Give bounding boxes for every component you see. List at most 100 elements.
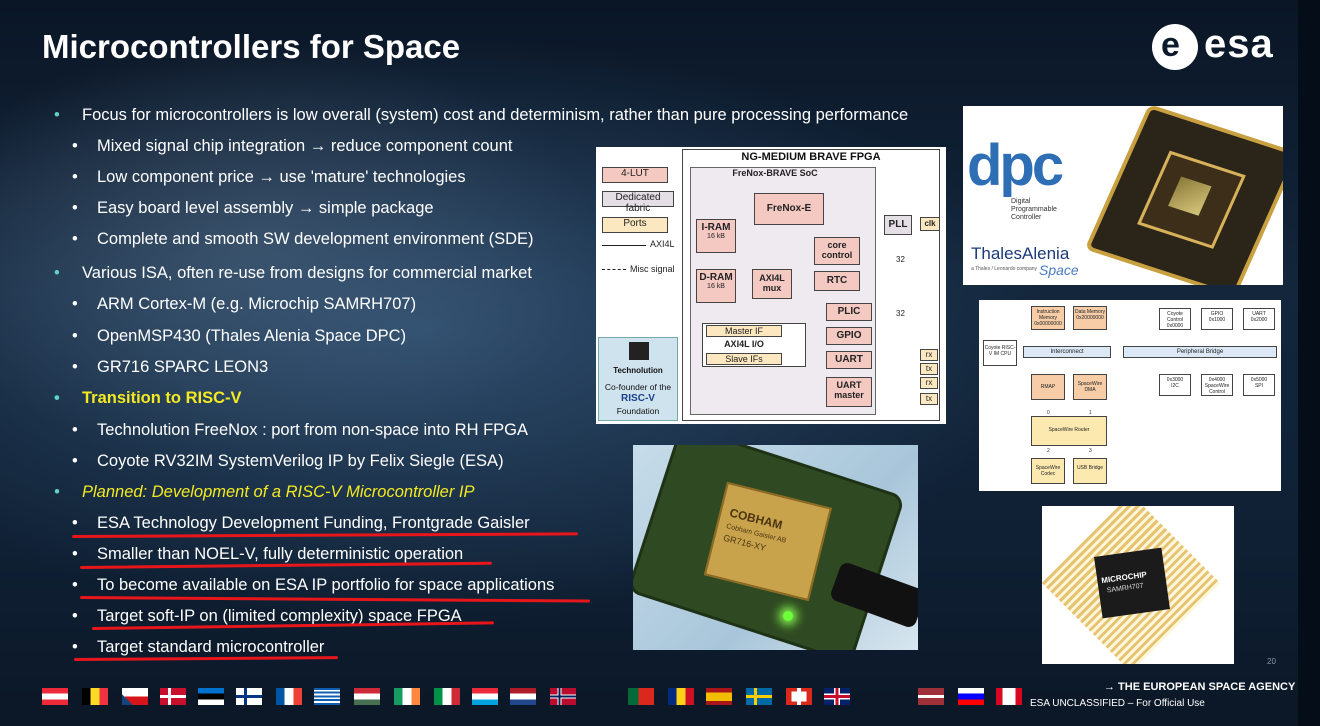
coyote-control: Coyote Control 0x0000 bbox=[1159, 308, 1191, 330]
flag-canada-icon bbox=[996, 688, 1022, 705]
flag-italy-icon bbox=[434, 688, 460, 705]
width-label-1: 32 bbox=[896, 255, 905, 264]
axi-io-label: AXI4L I/O bbox=[724, 339, 764, 349]
legend-dedicated-fabric: Dedicated fabric bbox=[602, 191, 674, 214]
coyote-spi: 0x5000 SPI bbox=[1243, 374, 1275, 396]
flag-romania-icon bbox=[668, 688, 694, 705]
flag-france-icon bbox=[276, 688, 302, 705]
bullet-openmsp: OpenMSP430 (Thales Alenia Space DPC) bbox=[72, 327, 406, 346]
flag-switzerland-icon bbox=[786, 688, 812, 705]
coyote-bridge: Peripheral Bridge bbox=[1123, 346, 1277, 358]
coyote-i2c: 0x3000 I2C bbox=[1159, 374, 1191, 396]
core-control-block: core control bbox=[814, 237, 860, 265]
legend-ports: Ports bbox=[602, 217, 668, 233]
board-pcb: COBHAM Cobham Gaisler AB GR716-XY bbox=[633, 445, 902, 650]
bullet-arm: ARM Cortex-M (e.g. Microchip SAMRH707) bbox=[72, 295, 416, 314]
flag-united-kingdom-icon bbox=[824, 688, 850, 705]
dpc-caption: Digital Programmable Controller bbox=[1011, 198, 1057, 221]
coyote-gpio: GPIO 0x1000 bbox=[1201, 308, 1233, 330]
flag-latvia-icon bbox=[918, 688, 944, 705]
flag-portugal-icon bbox=[628, 688, 654, 705]
coyote-spw-dma: SpaceWire DMA bbox=[1073, 374, 1107, 400]
coyote-dmem: Data Memory 0x20000000 bbox=[1073, 306, 1107, 330]
status-led bbox=[783, 611, 793, 621]
bullet-isa: Various ISA, often re-use from designs f… bbox=[54, 264, 532, 283]
gr716-chip: COBHAM Cobham Gaisler AB GR716-XY bbox=[703, 481, 832, 602]
bullet-assembly: Easy board level assembly → simple packa… bbox=[72, 199, 434, 218]
flag-hungary-icon bbox=[354, 688, 380, 705]
coyote-cpu: Coyote RISC-V IM CPU bbox=[983, 340, 1017, 366]
agency-label: → THE EUROPEAN SPACE AGENCY bbox=[1104, 681, 1296, 693]
bullet-transition: Transition to RISC-V bbox=[54, 389, 241, 408]
bullet-gr716: GR716 SPARC LEON3 bbox=[72, 358, 268, 377]
coyote-codec: SpaceWire Codec bbox=[1031, 458, 1065, 484]
fpga-title: NG-MEDIUM BRAVE FPGA bbox=[741, 151, 881, 163]
esa-logo: e esa bbox=[1152, 22, 1282, 72]
bullet-funding: ESA Technology Development Funding, Fron… bbox=[72, 514, 530, 533]
frenox-block: FreNox-E bbox=[754, 193, 824, 225]
underline-ip-portfolio bbox=[79, 596, 590, 603]
flag-slovenia-icon bbox=[958, 688, 984, 705]
flag-finland-icon bbox=[236, 688, 262, 705]
flag-norway-icon bbox=[550, 688, 576, 705]
esa-logo-text: esa bbox=[1204, 22, 1274, 66]
thales-logo: ThalesAlenia bbox=[971, 244, 1070, 263]
flag-belgium-icon bbox=[82, 688, 108, 705]
rx-port-2: rx bbox=[920, 377, 938, 389]
right-edge bbox=[1298, 0, 1320, 726]
legend-4lut: 4-LUT bbox=[602, 167, 668, 183]
flag-greece-icon bbox=[314, 688, 340, 705]
flag-estonia-icon bbox=[198, 688, 224, 705]
flag-ireland-icon bbox=[394, 688, 420, 705]
bullet-standard: Target standard microcontroller bbox=[72, 638, 324, 657]
flag-czechia-icon bbox=[122, 688, 148, 705]
clk-port: clk bbox=[920, 217, 940, 231]
gpio-block: GPIO bbox=[826, 327, 872, 345]
flag-luxembourg-icon bbox=[472, 688, 498, 705]
bullet-low-price: Low component price → use 'mature' techn… bbox=[72, 168, 466, 187]
tx-port-2: tx bbox=[920, 393, 938, 405]
coyote-uart: UART 0x2000 bbox=[1243, 308, 1275, 330]
slave-ifs: Slave IFs bbox=[706, 353, 782, 365]
coyote-rmap: RMAP bbox=[1031, 374, 1065, 400]
bullet-ip-portfolio: To become available on ESA IP portfolio … bbox=[72, 576, 554, 595]
dpc-chip-image: dpc Digital Programmable Controller Thales… bbox=[963, 106, 1283, 285]
bullet-focus: Focus for microcontrollers is low overal… bbox=[54, 106, 908, 125]
page-number: 20 bbox=[1267, 657, 1276, 666]
bullet-mixed-signal: Mixed signal chip integration → reduce c… bbox=[72, 137, 512, 156]
bullet-smaller: Smaller than NOEL-V, fully deterministic… bbox=[72, 545, 463, 564]
flag-denmark-icon bbox=[160, 688, 186, 705]
bullet-freenox: Technolution FreeNox : port from non-spa… bbox=[72, 421, 528, 440]
plic-block: PLIC bbox=[826, 303, 872, 321]
uart-block: UART bbox=[826, 351, 872, 369]
master-if: Master IF bbox=[706, 325, 782, 337]
technolution-panel: Technolution Co-founder of the RISC-V Fo… bbox=[598, 337, 678, 421]
bullet-planned: Planned: Development of a RISC-V Microco… bbox=[54, 483, 474, 502]
samrh-chip: MICROCHIP SAMRH707 bbox=[1094, 547, 1170, 619]
classification-label: ESA UNCLASSIFIED – For Official Use bbox=[1030, 698, 1205, 709]
rx-port-1: rx bbox=[920, 349, 938, 361]
fpga-diagram: 4-LUT Dedicated fabric Ports AXI4L Misc … bbox=[596, 147, 946, 424]
soc-title: FreNox-BRAVE SoC bbox=[732, 168, 818, 178]
underline-standard bbox=[73, 656, 339, 661]
dpc-chip bbox=[1084, 106, 1283, 285]
pll-block: PLL bbox=[884, 215, 912, 235]
width-label-2: 32 bbox=[896, 309, 905, 318]
gr716-board-image: COBHAM Cobham Gaisler AB GR716-XY bbox=[633, 445, 918, 650]
technolution-logo-icon bbox=[629, 342, 649, 360]
coyote-interconnect: Interconnect bbox=[1023, 346, 1111, 358]
dram-block: D-RAM 16 kB bbox=[696, 269, 736, 303]
legend-axi: AXI4L bbox=[650, 239, 675, 249]
rtc-block: RTC bbox=[814, 271, 860, 291]
coyote-imem: Instruction Memory 0x00000000 bbox=[1031, 306, 1065, 330]
flag-sweden-icon bbox=[746, 688, 772, 705]
coyote-usb: USB Bridge bbox=[1073, 458, 1107, 484]
legend-misc-line bbox=[602, 269, 626, 270]
iram-block: I-RAM 16 kB bbox=[696, 219, 736, 253]
coyote-spw-control: 0x4000 SpaceWire Control bbox=[1201, 374, 1233, 396]
underline-funding bbox=[71, 532, 579, 538]
samrh707-chip-image: MICROCHIP SAMRH707 bbox=[1042, 506, 1234, 664]
legend-axi-line bbox=[602, 245, 646, 246]
bullet-coyote: Coyote RV32IM SystemVerilog IP by Felix … bbox=[72, 452, 504, 471]
flag-austria-icon bbox=[42, 688, 68, 705]
